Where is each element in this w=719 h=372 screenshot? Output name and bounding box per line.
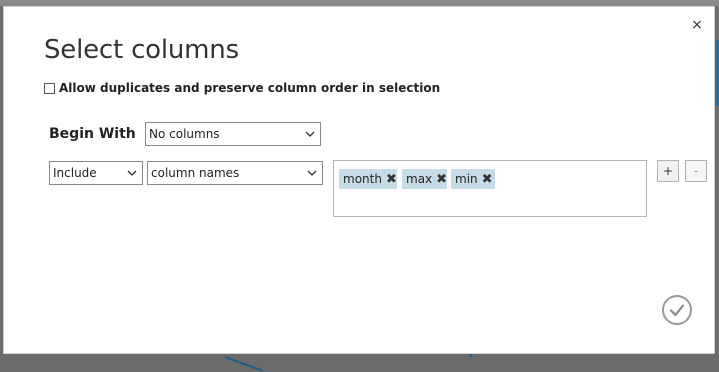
dialog-title: Select columns xyxy=(44,35,239,65)
chevron-down-icon xyxy=(307,170,317,176)
column-tag-label: min xyxy=(455,172,478,186)
background-panel-edge xyxy=(715,40,719,106)
column-tag: max ✖ xyxy=(402,169,447,189)
column-tag-label: max xyxy=(406,172,433,186)
remove-tag-icon[interactable]: ✖ xyxy=(436,172,447,187)
begin-with-label: Begin With xyxy=(49,126,136,142)
remove-rule-button[interactable]: - xyxy=(685,160,707,182)
chevron-down-icon xyxy=(305,131,315,137)
chevron-down-icon xyxy=(127,170,137,176)
remove-tag-icon[interactable]: ✖ xyxy=(386,172,397,187)
allow-duplicates-label[interactable]: Allow duplicates and preserve column ord… xyxy=(59,81,440,95)
column-tag: min ✖ xyxy=(451,169,495,189)
background-connector-line xyxy=(224,356,263,372)
select-columns-dialog: × Select columns Allow duplicates and pr… xyxy=(3,6,715,354)
confirm-button[interactable] xyxy=(662,295,692,325)
column-tag-label: month xyxy=(343,172,382,186)
remove-tag-icon[interactable]: ✖ xyxy=(482,172,493,187)
begin-with-value: No columns xyxy=(149,127,220,141)
column-selector-type-value: column names xyxy=(151,166,240,180)
column-names-tag-input[interactable]: month ✖ max ✖ min ✖ xyxy=(333,160,647,217)
checkmark-icon xyxy=(669,304,685,317)
column-selector-type-dropdown[interactable]: column names xyxy=(147,161,323,185)
begin-with-dropdown[interactable]: No columns xyxy=(145,122,321,146)
include-mode-value: Include xyxy=(53,166,97,180)
allow-duplicates-row: Allow duplicates and preserve column ord… xyxy=(44,80,440,96)
allow-duplicates-checkbox[interactable] xyxy=(44,82,55,94)
add-rule-button[interactable]: + xyxy=(657,160,679,182)
close-icon[interactable]: × xyxy=(690,18,704,32)
column-tag: month ✖ xyxy=(339,169,397,189)
include-mode-dropdown[interactable]: Include xyxy=(49,161,143,185)
